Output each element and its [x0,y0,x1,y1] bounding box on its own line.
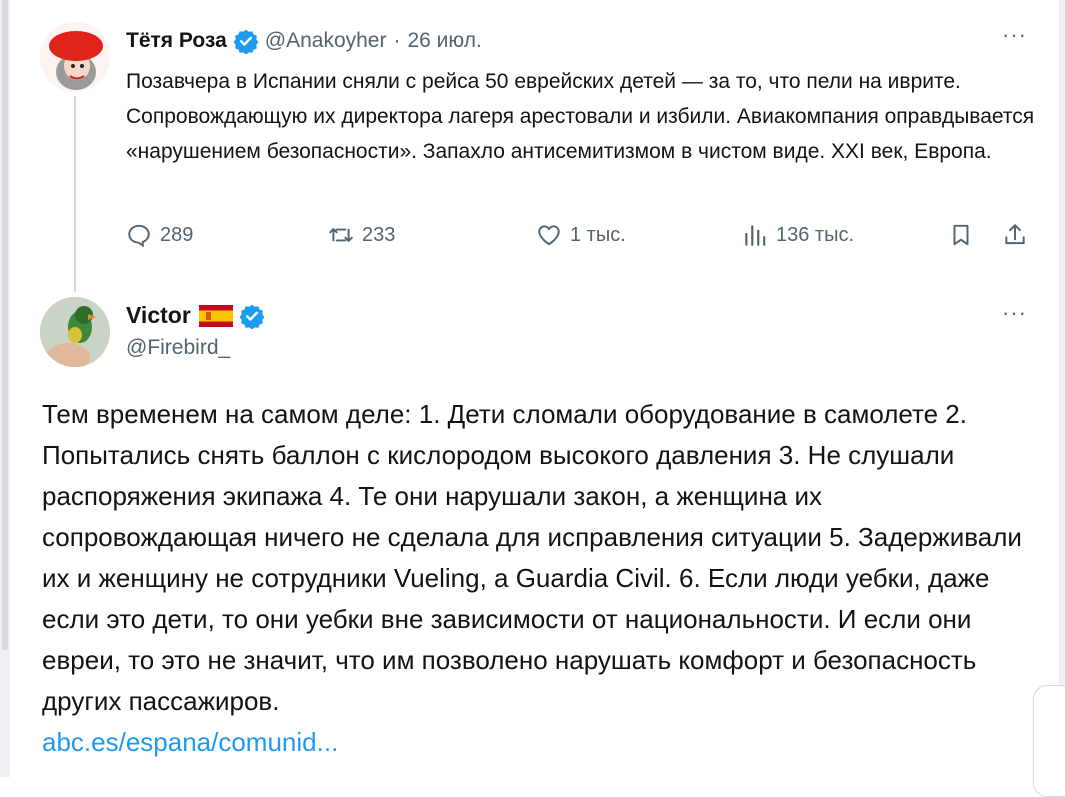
avatar[interactable] [40,297,110,367]
reply-button[interactable]: 289 [126,222,193,248]
user-handle[interactable]: @Firebird_ [126,336,230,360]
views-count: 136 тыс. [776,223,855,246]
right-scrollbar-track[interactable] [1059,0,1065,777]
verified-badge-icon[interactable] [233,28,259,55]
repost-count: 233 [362,223,396,246]
reply-icon [128,224,150,248]
tweet-link[interactable]: abc.es/espana/comunid... [42,727,338,757]
left-scroll-area [0,0,10,777]
views-chart-icon [745,225,766,246]
tweet-text: Тем временем на самом деле: 1. Дети слом… [42,399,1022,716]
tweet-header: Victor [126,302,271,330]
tweet-date[interactable]: 26 июл. [407,29,481,53]
more-options-button[interactable]: ··· [1002,300,1027,326]
avatar[interactable] [40,22,110,92]
user-handle[interactable]: @Anakoyher [265,29,387,53]
share-icon [1005,224,1025,245]
like-count: 1 тыс. [570,223,626,246]
left-scrollbar[interactable] [2,0,8,650]
verified-badge-icon[interactable] [239,303,265,330]
more-options-button[interactable]: ··· [1002,22,1027,48]
share-button[interactable] [1002,222,1028,248]
display-name[interactable]: Victor [126,302,191,329]
tweet-text: Позавчера в Испании сняли с рейса 50 евр… [126,70,1035,163]
reply-count: 289 [160,223,194,246]
bookmark-icon [953,224,969,246]
bookmark-button[interactable] [948,222,974,248]
heart-icon [538,225,560,246]
tweet-text-block: Тем временем на самом деле: 1. Дети слом… [42,394,1042,763]
spain-flag-icon [198,304,233,327]
like-button[interactable]: 1 тыс. [536,222,626,248]
header-separator: · [393,29,401,52]
views-button[interactable]: 136 тыс. [742,222,854,248]
display-name[interactable]: Тётя Роза [126,29,227,53]
repost-button[interactable]: 233 [328,222,395,248]
thread-connector-line [74,96,76,292]
tweet-actions-bar: 289 233 1 тыс. 136 тыс. [126,222,1036,258]
repost-icon [329,228,353,242]
tweet-header: Тётя Роза @Anakoyher · 26 июл. [126,28,482,55]
